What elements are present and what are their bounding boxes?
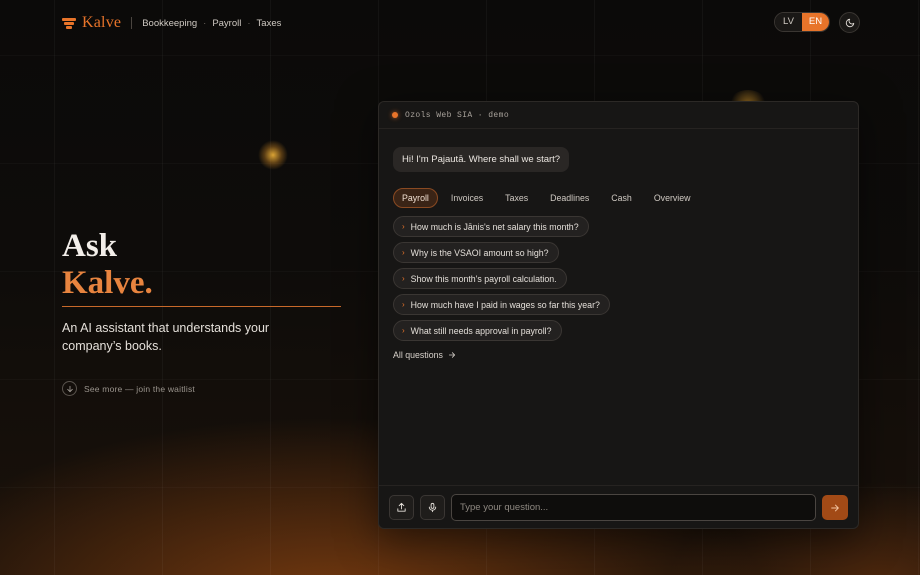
- nav-item-bookkeeping[interactable]: Bookkeeping: [142, 18, 197, 29]
- question-input[interactable]: [451, 494, 816, 521]
- nav-separator: ·: [247, 17, 251, 29]
- tab-invoices[interactable]: Invoices: [442, 188, 492, 208]
- hero-subtitle: An AI assistant that understands your co…: [62, 321, 270, 353]
- nav-item-payroll[interactable]: Payroll: [212, 18, 241, 29]
- status-dot-icon: [392, 112, 398, 118]
- suggested-question[interactable]: › How much is Jānis's net salary this mon…: [393, 216, 589, 237]
- language-switcher: LV EN: [774, 12, 830, 32]
- main-nav: Bookkeeping · Payroll · Taxes: [142, 18, 281, 29]
- assistant-greeting: Hi! I'm Pajautā. Where shall we start?: [393, 147, 570, 172]
- chevron-right-icon: ›: [402, 326, 405, 335]
- hero-underline: [62, 306, 341, 307]
- suggested-question-label: How much is Jānis's net salary this mont…: [410, 221, 579, 232]
- suggested-question-label: Why is the VSAOI amount so high?: [410, 247, 549, 258]
- tab-deadlines[interactable]: Deadlines: [541, 188, 598, 208]
- arrow-down-icon: [62, 381, 77, 396]
- tab-payroll[interactable]: Payroll: [393, 188, 438, 208]
- hero-title-line1: Ask: [62, 228, 118, 264]
- hero-section: Ask Kalve. An AI assistant that understa…: [62, 228, 352, 396]
- suggested-question[interactable]: › What still needs approval in payroll?: [393, 320, 562, 341]
- language-option-lv[interactable]: LV: [775, 13, 802, 31]
- theme-toggle-button[interactable]: [839, 12, 860, 33]
- header-divider: [131, 17, 133, 29]
- tab-overview[interactable]: Overview: [645, 188, 700, 208]
- suggested-question[interactable]: › Why is the VSAOI amount so high?: [393, 242, 559, 263]
- all-questions-link[interactable]: All questions: [393, 350, 456, 360]
- chat-panel: Ozols Web SIA · demo Hi! I'm Pajautā. Wh…: [378, 101, 859, 529]
- glow-orb: [258, 140, 288, 170]
- chat-panel-header: Ozols Web SIA · demo: [379, 102, 858, 129]
- nav-item-taxes[interactable]: Taxes: [257, 18, 282, 29]
- chevron-right-icon: ›: [402, 222, 405, 231]
- suggested-question-label: What still needs approval in payroll?: [410, 325, 552, 336]
- all-questions-label: All questions: [393, 350, 443, 360]
- chevron-right-icon: ›: [402, 300, 405, 309]
- moon-icon: [845, 18, 854, 27]
- question-category-tabs: Payroll Invoices Taxes Deadlines Cash Ov…: [393, 188, 700, 208]
- upload-button[interactable]: [389, 495, 414, 520]
- hero-title: Ask Kalve.: [62, 228, 352, 302]
- chat-panel-title: Ozols Web SIA · demo: [405, 110, 510, 120]
- logo-mark-icon: [62, 18, 76, 29]
- suggested-question[interactable]: › How much have I paid in wages so far th…: [393, 294, 610, 315]
- suggested-question[interactable]: › Show this month's payroll calculation.: [393, 268, 567, 289]
- microphone-button[interactable]: [420, 495, 445, 520]
- suggested-question-label: How much have I paid in wages so far thi…: [410, 299, 600, 310]
- brand-name: Kalve: [82, 14, 122, 31]
- suggested-question-label: Show this month's payroll calculation.: [410, 273, 557, 284]
- waitlist-link[interactable]: See more — join the waitlist: [62, 381, 352, 396]
- chevron-right-icon: ›: [402, 274, 405, 283]
- upload-icon: [397, 502, 406, 512]
- hero-title-line2: Kalve.: [62, 265, 153, 301]
- language-option-en[interactable]: EN: [802, 13, 829, 31]
- top-header: Kalve Bookkeeping · Payroll · Taxes LV E…: [62, 12, 860, 34]
- tab-cash[interactable]: Cash: [602, 188, 641, 208]
- waitlist-link-label: See more — join the waitlist: [84, 383, 195, 394]
- brand-logo[interactable]: Kalve: [62, 14, 121, 32]
- suggested-questions: › How much is Jānis's net salary this mon…: [393, 216, 610, 346]
- tab-taxes[interactable]: Taxes: [496, 188, 537, 208]
- send-button[interactable]: [822, 495, 848, 520]
- chat-input-bar: [379, 485, 858, 528]
- microphone-icon: [428, 502, 437, 513]
- nav-separator: ·: [203, 17, 207, 29]
- arrow-right-icon: [831, 504, 839, 511]
- arrow-right-icon: [448, 352, 455, 358]
- chevron-right-icon: ›: [402, 248, 405, 257]
